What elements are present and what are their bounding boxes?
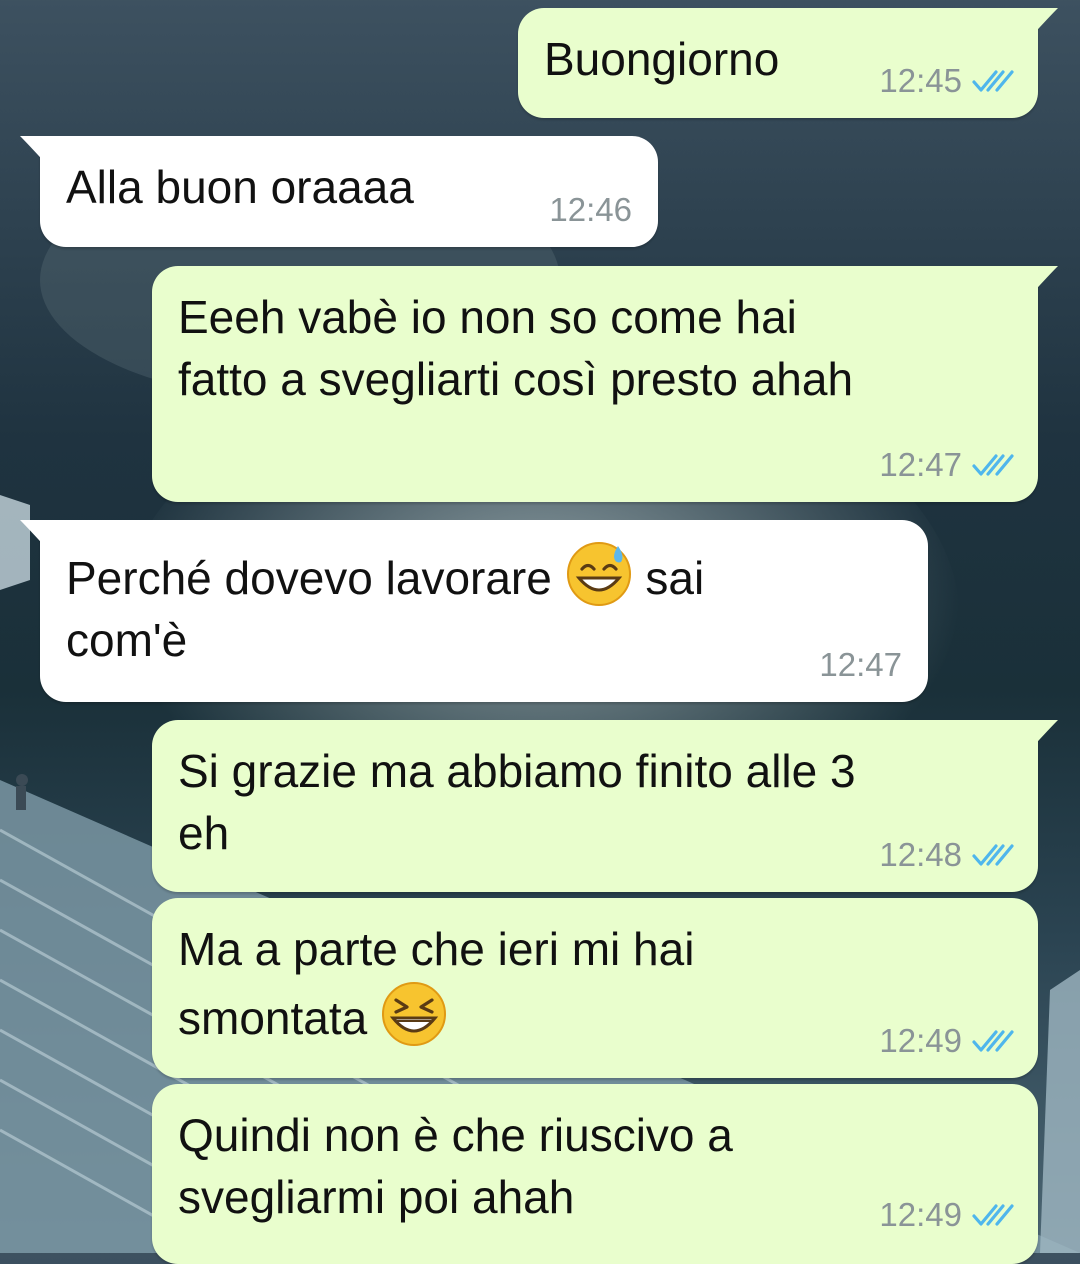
message-bubble-outgoing[interactable]: Quindi non è che riuscivo a svegliarmi p… <box>152 1084 1038 1264</box>
message-bubble-outgoing[interactable]: Eeeh vabè io non so come hai fatto a sve… <box>152 266 1058 502</box>
message-meta: 12:49 <box>879 1196 1016 1234</box>
message-time: 12:48 <box>879 836 962 873</box>
message-meta: 12:45 <box>879 62 1016 100</box>
read-ticks-icon <box>972 842 1016 868</box>
read-ticks-icon <box>972 1202 1016 1228</box>
sweat-smile-emoji-icon <box>566 542 631 606</box>
message-text: Si grazie ma abbiamo finito alle 3 eh <box>178 745 856 859</box>
bubble-tail <box>1028 266 1058 298</box>
message-bubble-outgoing[interactable]: Si grazie ma abbiamo finito alle 3 eh 12… <box>152 720 1058 892</box>
bubble-tail <box>20 520 50 552</box>
message-bubble-outgoing[interactable]: Buongiorno 12:45 <box>518 8 1058 118</box>
message-text: Quindi non è che riuscivo a svegliarmi p… <box>178 1109 733 1223</box>
bubble-tail <box>20 136 50 168</box>
message-text: Buongiorno <box>544 33 780 85</box>
read-ticks-icon <box>972 452 1016 478</box>
message-bubble-incoming[interactable]: Alla buon oraaaa 12:46 <box>20 136 658 247</box>
message-text: Ma a parte che ieri mi hai smontata <box>178 918 694 1049</box>
read-ticks-icon <box>972 1028 1016 1054</box>
message-text: Alla buon oraaaa <box>66 161 414 213</box>
message-time: 12:46 <box>549 191 632 228</box>
message-bubble-outgoing[interactable]: Ma a parte che ieri mi hai smontata 12:4… <box>152 898 1038 1078</box>
message-time: 12:49 <box>879 1022 962 1059</box>
message-time: 12:49 <box>879 1196 962 1233</box>
message-time: 12:47 <box>879 446 962 483</box>
message-meta: 12:47 <box>879 446 1016 484</box>
message-text: Eeeh vabè io non so come hai fatto a sve… <box>178 291 854 405</box>
bubble-tail <box>1028 720 1058 752</box>
message-bubble-incoming[interactable]: Perché dovevo lavorare sai com'è 12:47 <box>20 520 928 702</box>
bubble-tail <box>1028 8 1058 40</box>
squinting-laugh-emoji-icon <box>382 982 446 1046</box>
message-meta: 12:49 <box>879 1022 1016 1060</box>
message-time: 12:45 <box>879 62 962 99</box>
message-meta: 12:48 <box>879 836 1016 874</box>
message-meta: 12:46 <box>549 191 632 229</box>
read-ticks-icon <box>972 68 1016 94</box>
message-text: Perché dovevo lavorare sai com'è <box>66 540 704 671</box>
message-time: 12:47 <box>819 646 902 683</box>
message-meta: 12:47 <box>819 646 902 684</box>
